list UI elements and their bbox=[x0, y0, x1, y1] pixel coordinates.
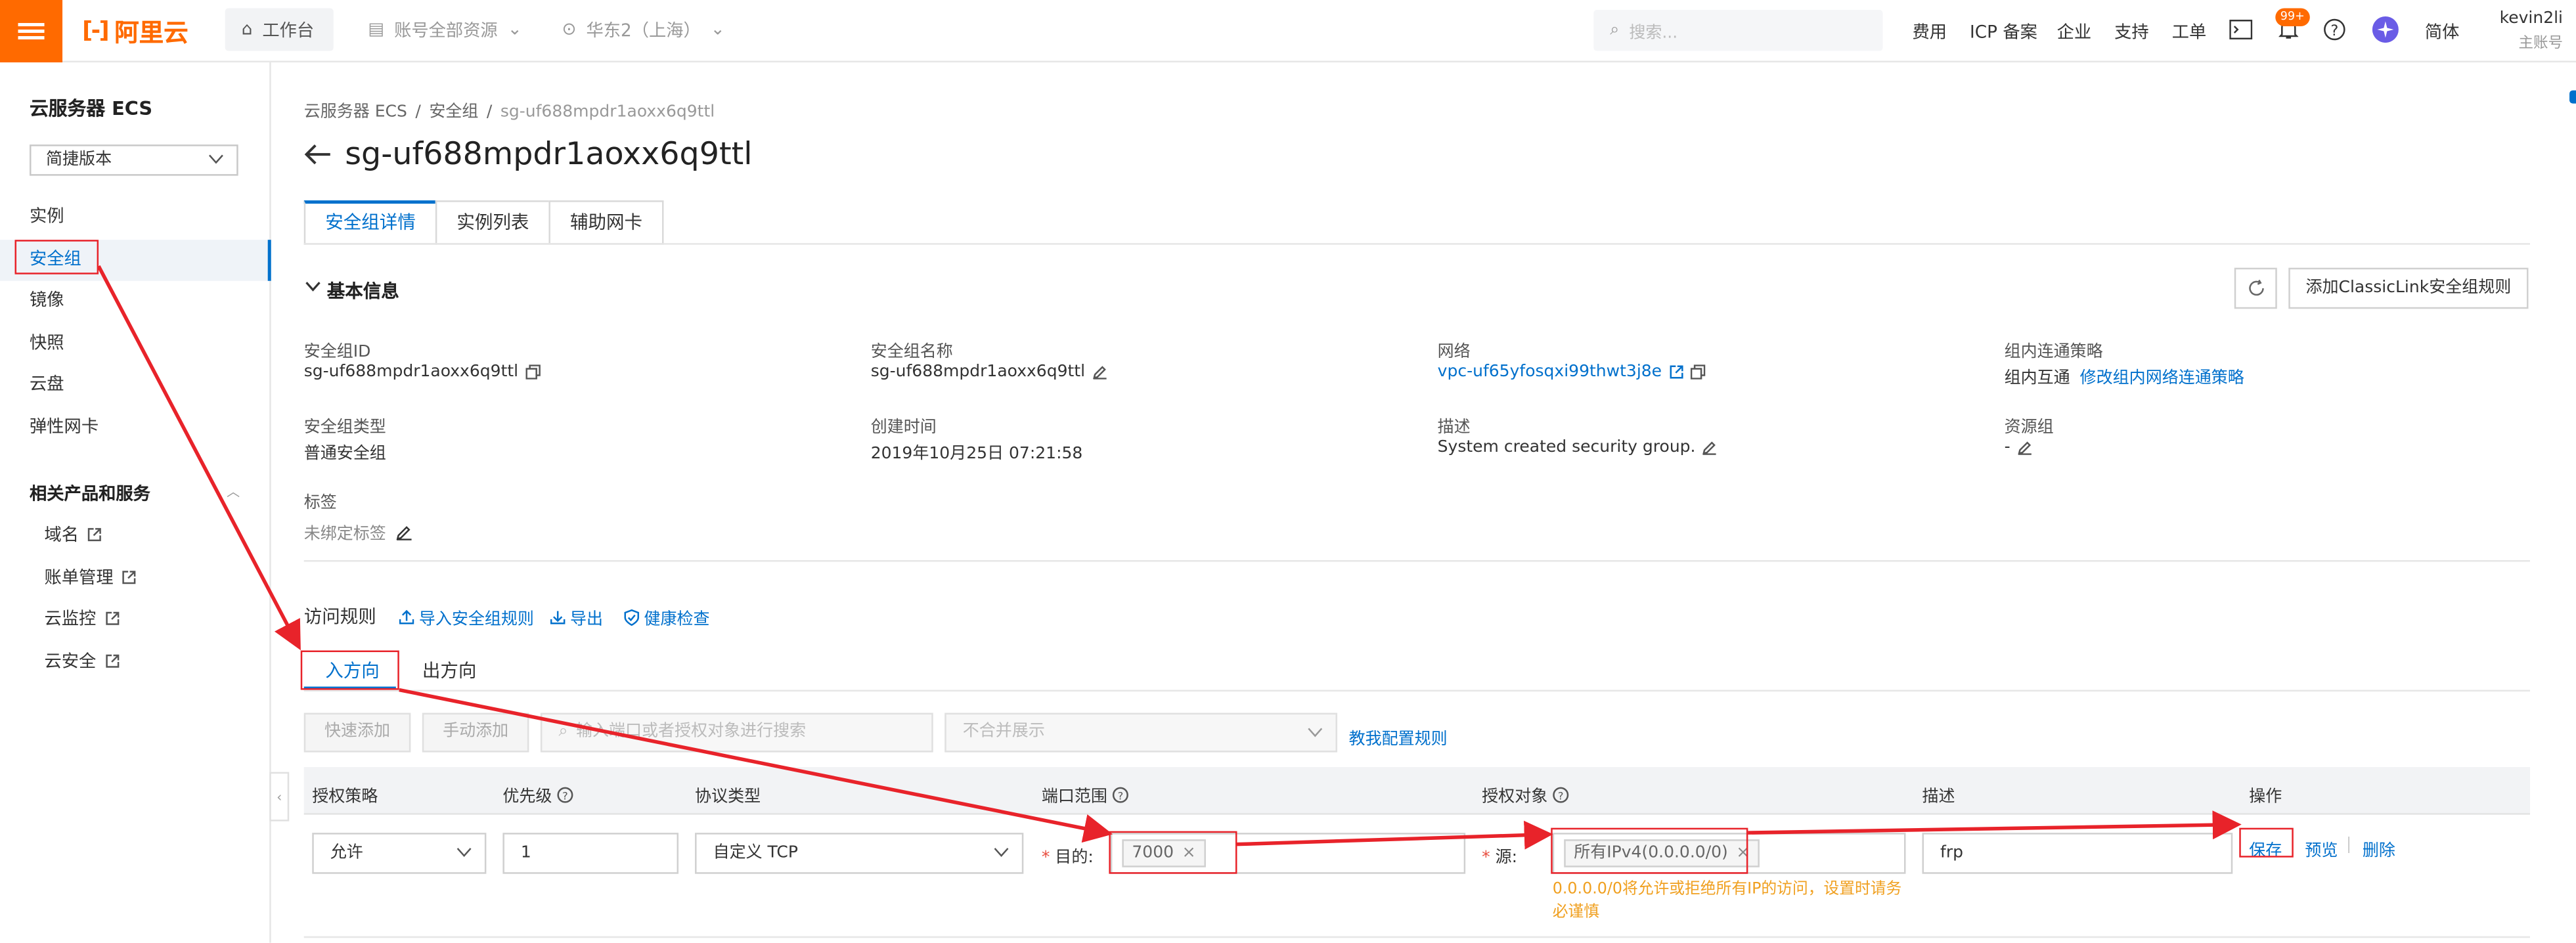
arrow-source-to-save bbox=[1748, 810, 2242, 840]
annotation-arrows bbox=[97, 265, 2242, 850]
arrow-sidebar-to-inbound bbox=[97, 265, 301, 651]
arrow-port-to-source bbox=[1237, 820, 1553, 850]
arrow-inbound-to-port bbox=[399, 688, 1113, 843]
